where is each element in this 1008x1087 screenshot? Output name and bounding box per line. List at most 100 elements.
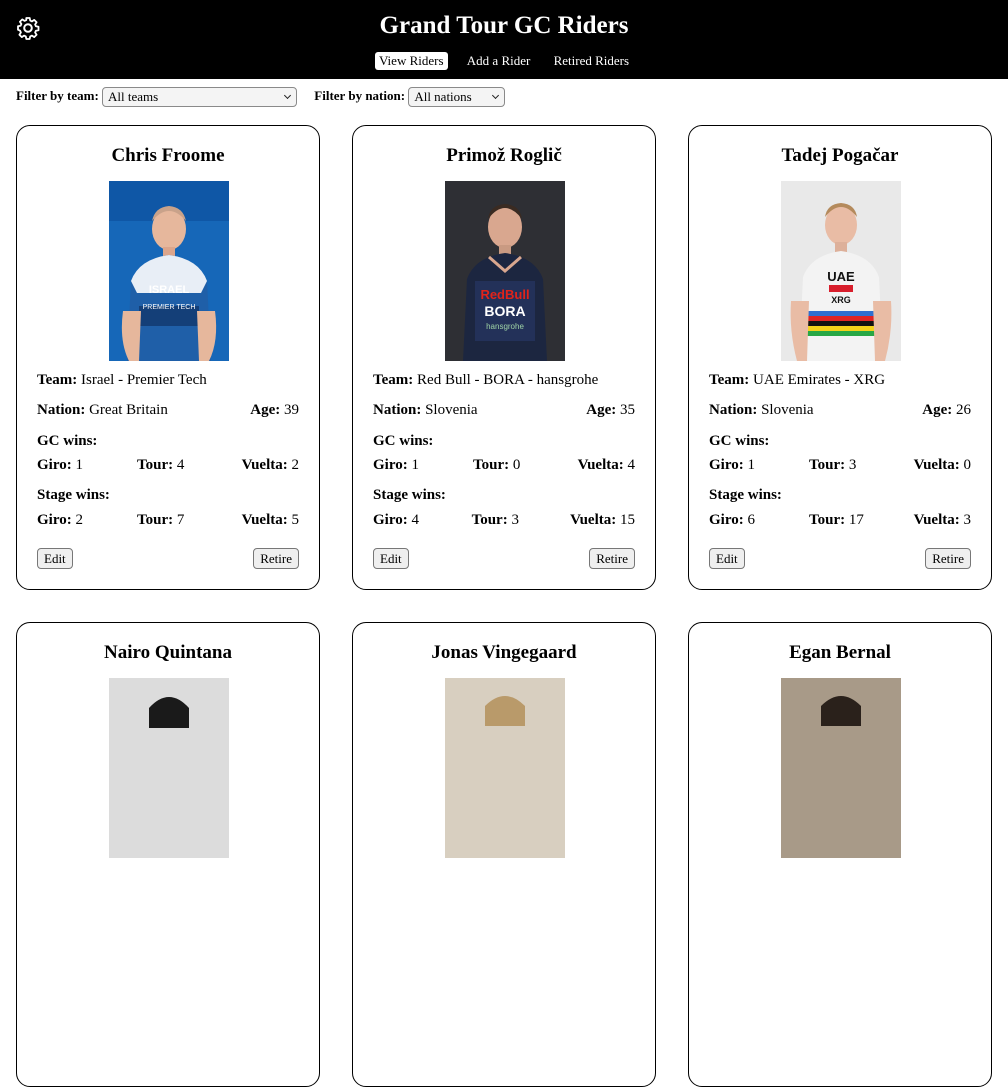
stage-tour-value: 7 xyxy=(176,512,185,528)
gc-giro-value: 1 xyxy=(75,457,83,473)
rider-name: Chris Froome xyxy=(111,145,225,166)
gc-vuelta-value: 0 xyxy=(963,457,972,473)
main-nav: View Riders Add a Rider Retired Riders xyxy=(0,52,1008,70)
nation-value: Slovenia xyxy=(425,402,478,418)
tour-label: Tour: xyxy=(137,512,174,528)
nation-label: Nation: xyxy=(37,402,86,418)
vuelta-label: Vuelta: xyxy=(913,457,960,473)
svg-text:XRG: XRG xyxy=(831,295,851,305)
nation-value: Great Britain xyxy=(89,402,168,418)
rider-card: Egan Bernal xyxy=(688,622,992,1087)
team-value: Red Bull - BORA - hansgrohe xyxy=(417,372,599,388)
stage-wins-heading: Stage wins: xyxy=(37,487,110,503)
rider-age: Age: 35 xyxy=(586,402,635,419)
top-bar: Grand Tour GC Riders View Riders Add a R… xyxy=(0,0,1008,79)
vuelta-label: Vuelta: xyxy=(913,512,960,528)
svg-text:ISRAEL: ISRAEL xyxy=(149,284,190,296)
rider-card: Nairo Quintana xyxy=(16,622,320,1087)
rider-nation: Nation: Slovenia Age: 26 xyxy=(709,402,971,419)
gc-tour-value: 4 xyxy=(176,457,185,473)
rider-name: Tadej Pogačar xyxy=(781,145,899,166)
edit-button[interactable]: Edit xyxy=(37,548,73,569)
rider-nation: Nation: Slovenia Age: 35 xyxy=(373,402,635,419)
rider-card: Jonas Vingegaard xyxy=(352,622,656,1087)
rider-team: Team: UAE Emirates - XRG xyxy=(709,372,971,389)
stage-wins-row: Giro: 2 Tour: 7 Vuelta: 5 xyxy=(37,512,299,529)
rider-photo xyxy=(445,678,565,858)
rider-photo: ISRAEL PREMIER TECH xyxy=(109,181,229,361)
nav-retired-riders[interactable]: Retired Riders xyxy=(550,52,633,70)
retire-button[interactable]: Retire xyxy=(589,548,635,569)
team-filter-value: All teams xyxy=(108,89,159,104)
stage-vuelta-value: 5 xyxy=(291,512,300,528)
gc-wins-row: Giro: 1 Tour: 0 Vuelta: 4 xyxy=(373,457,635,474)
edit-button[interactable]: Edit xyxy=(373,548,409,569)
rider-name: Egan Bernal xyxy=(789,642,891,663)
stage-tour-value: 3 xyxy=(511,512,519,528)
rider-card: Chris Froome ISRAEL PREMIER TECH Team: I… xyxy=(16,125,320,590)
svg-text:RedBull: RedBull xyxy=(480,287,529,302)
tour-label: Tour: xyxy=(809,457,846,473)
stage-giro-value: 2 xyxy=(75,512,83,528)
giro-label: Giro: xyxy=(373,512,408,528)
tour-label: Tour: xyxy=(809,512,846,528)
giro-label: Giro: xyxy=(37,457,72,473)
nation-filter-select[interactable]: All nations xyxy=(408,87,506,107)
svg-text:hansgrohe: hansgrohe xyxy=(486,322,524,331)
rider-photo xyxy=(109,678,229,858)
retire-button[interactable]: Retire xyxy=(925,548,971,569)
svg-text:UAE: UAE xyxy=(827,269,855,284)
rider-age: Age: 39 xyxy=(250,402,299,419)
gc-vuelta-value: 4 xyxy=(627,457,636,473)
stage-wins-heading: Stage wins: xyxy=(373,487,446,503)
vuelta-label: Vuelta: xyxy=(570,512,617,528)
gc-wins-heading: GC wins: xyxy=(373,433,434,449)
rider-photo xyxy=(781,678,901,858)
rider-nation: Nation: Great Britain Age: 39 xyxy=(37,402,299,419)
retire-button[interactable]: Retire xyxy=(253,548,299,569)
chevron-down-icon xyxy=(284,91,292,100)
age-label: Age: xyxy=(586,402,617,418)
vuelta-label: Vuelta: xyxy=(241,457,288,473)
gc-tour-value: 0 xyxy=(512,457,521,473)
tour-label: Tour: xyxy=(137,457,174,473)
rider-card: Tadej Pogačar UAE XRG Team: UAE Emirates… xyxy=(688,125,992,590)
rider-name: Primož Roglič xyxy=(446,145,562,166)
tour-label: Tour: xyxy=(471,512,508,528)
rider-name: Nairo Quintana xyxy=(104,642,232,663)
filter-bar: Filter by team: All teams Filter by nati… xyxy=(16,87,519,107)
svg-text:PREMIER TECH: PREMIER TECH xyxy=(143,304,196,311)
age-label: Age: xyxy=(922,402,953,418)
team-value: UAE Emirates - XRG xyxy=(753,372,886,388)
team-label: Team: xyxy=(37,372,78,388)
stage-vuelta-value: 3 xyxy=(963,512,972,528)
team-filter-select[interactable]: All teams xyxy=(102,87,298,107)
stage-wins-row: Giro: 4 Tour: 3 Vuelta: 15 xyxy=(373,512,635,529)
nation-label: Nation: xyxy=(373,402,422,418)
vuelta-label: Vuelta: xyxy=(577,457,624,473)
team-label: Team: xyxy=(373,372,414,388)
nav-view-riders[interactable]: View Riders xyxy=(374,52,448,70)
stage-giro-value: 4 xyxy=(411,512,419,528)
tour-label: Tour: xyxy=(473,457,510,473)
team-value: Israel - Premier Tech xyxy=(81,372,207,388)
edit-button[interactable]: Edit xyxy=(709,548,745,569)
rider-name: Jonas Vingegaard xyxy=(431,642,577,663)
gc-wins-row: Giro: 1 Tour: 3 Vuelta: 0 xyxy=(709,457,971,474)
age-label: Age: xyxy=(250,402,281,418)
nav-add-rider[interactable]: Add a Rider xyxy=(463,52,535,70)
stage-tour-value: 17 xyxy=(848,512,864,528)
giro-label: Giro: xyxy=(373,457,408,473)
rider-team: Team: Israel - Premier Tech xyxy=(37,372,299,389)
giro-label: Giro: xyxy=(709,457,744,473)
stage-wins-heading: Stage wins: xyxy=(709,487,782,503)
nation-label: Nation: xyxy=(709,402,758,418)
age-value: 35 xyxy=(620,402,635,418)
nation-filter-label: Filter by nation: xyxy=(314,87,406,103)
gc-wins-heading: GC wins: xyxy=(37,433,98,449)
rider-age: Age: 26 xyxy=(922,402,971,419)
gc-wins-heading: GC wins: xyxy=(709,433,770,449)
age-value: 26 xyxy=(956,402,971,418)
rider-team: Team: Red Bull - BORA - hansgrohe xyxy=(373,372,635,389)
team-filter-label: Filter by team: xyxy=(16,87,99,103)
